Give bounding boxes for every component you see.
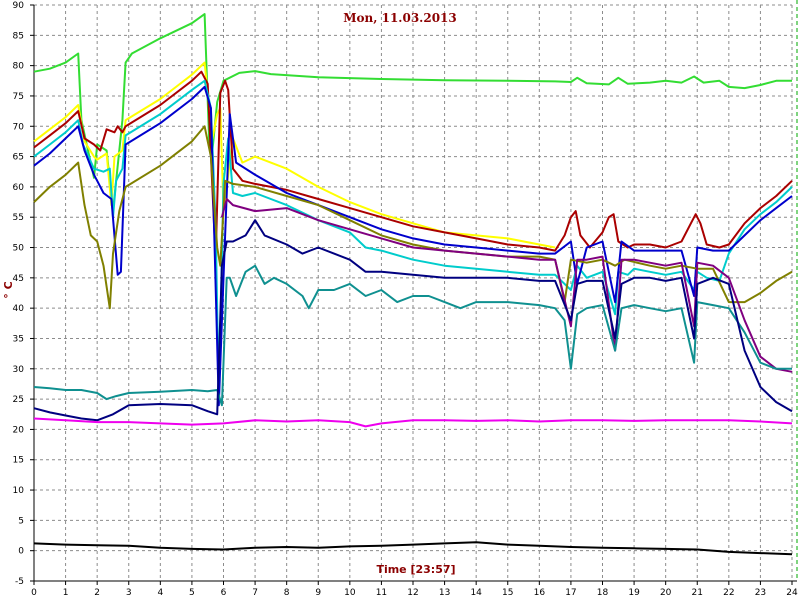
x-tick-label: 18 — [597, 588, 609, 598]
x-tick-label: 7 — [252, 588, 258, 598]
y-tick-label: 35 — [13, 334, 24, 344]
x-tick-label: 8 — [284, 588, 290, 598]
y-tick-label: 85 — [13, 31, 24, 41]
y-tick-label: -5 — [15, 577, 24, 587]
x-tick-label: 20 — [660, 588, 672, 598]
chart-title: Mon, 11.03.2013 — [343, 11, 457, 25]
x-tick-label: 3 — [126, 588, 132, 598]
x-tick-label: 13 — [439, 588, 450, 598]
y-tick-label: 0 — [18, 547, 24, 557]
y-tick-label: 90 — [13, 1, 25, 11]
x-tick-label: 23 — [755, 588, 766, 598]
x-axis-title: Time [23:57] — [376, 563, 455, 576]
y-tick-label: 30 — [13, 365, 25, 375]
y-tick-label: 50 — [13, 244, 25, 254]
x-tick-label: 6 — [221, 588, 227, 598]
y-axis-title: ° C — [2, 281, 15, 298]
chart: 0 1 2 3 4 5 6 7 8 9 10 11 12 13 14 15 16 17 18 19 20 21 22 23 24… — [0, 0, 800, 600]
y-tick-label: 55 — [13, 213, 24, 223]
y-tick-label: 65 — [13, 153, 24, 163]
x-tick-label: 24 — [786, 588, 798, 598]
x-tick-label: 9 — [315, 588, 321, 598]
x-tick-label: 12 — [407, 588, 418, 598]
x-tick-label: 4 — [157, 588, 163, 598]
x-tick-label: 0 — [31, 588, 37, 598]
y-tick-label: 40 — [13, 304, 25, 314]
y-tick-label: 10 — [13, 486, 25, 496]
y-tick-label: 80 — [13, 62, 25, 72]
x-tick-label: 2 — [94, 588, 100, 598]
x-tick-label: 17 — [565, 588, 576, 598]
x-tick-label: 10 — [344, 588, 356, 598]
x-tick-label: 14 — [470, 588, 482, 598]
x-tick-label: 15 — [502, 588, 513, 598]
y-tick-label: 15 — [13, 456, 24, 466]
x-tick-label: 5 — [189, 588, 195, 598]
y-tick-label: 75 — [13, 92, 24, 102]
y-tick-label: 5 — [18, 516, 24, 526]
line-chart: 0 1 2 3 4 5 6 7 8 9 10 11 12 13 14 15 16 17 18 19 20 21 22 23 24… — [0, 0, 800, 600]
x-tick-label: 21 — [692, 588, 703, 598]
y-tick-label: 20 — [13, 425, 25, 435]
x-tick-label: 1 — [63, 588, 69, 598]
x-tick-label: 16 — [534, 588, 546, 598]
x-tick-label: 11 — [376, 588, 387, 598]
y-tick-label: 70 — [13, 122, 25, 132]
y-tick-label: 60 — [13, 183, 25, 193]
x-tick-label: 22 — [723, 588, 734, 598]
y-tick-label: 25 — [13, 395, 24, 405]
x-tick-label: 19 — [628, 588, 640, 598]
